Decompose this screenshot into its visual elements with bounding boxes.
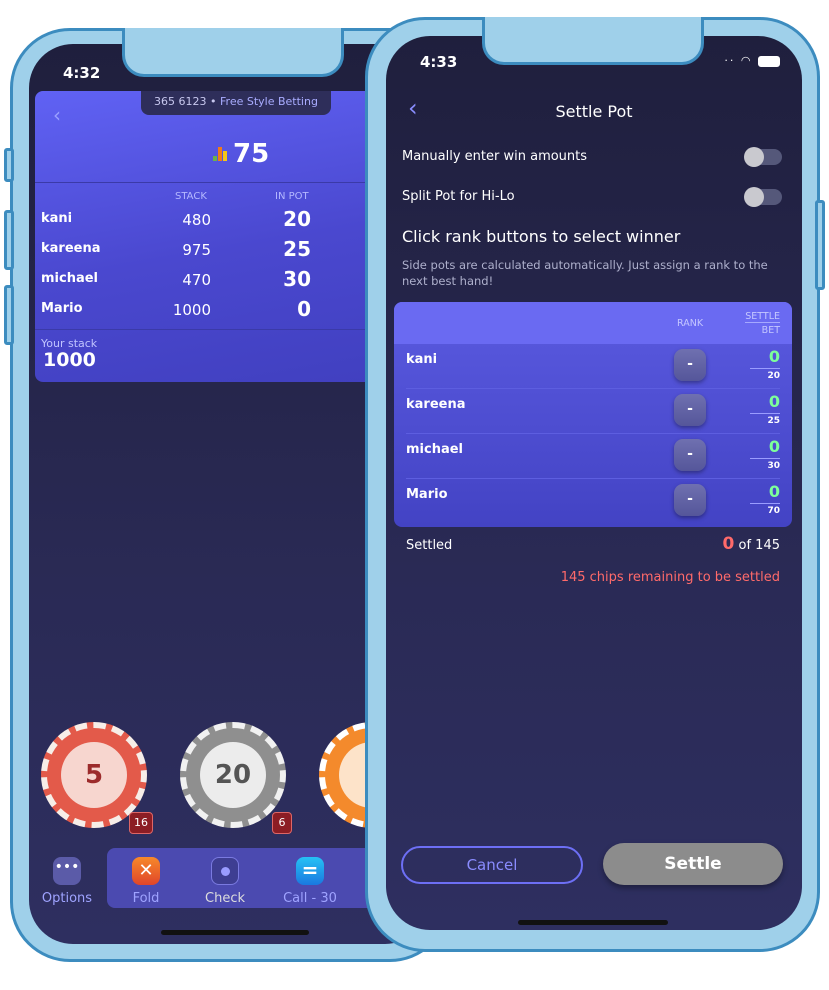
divider: [750, 503, 780, 504]
your-stack-value: 1000: [43, 349, 96, 371]
check-button[interactable]: Check: [190, 857, 260, 906]
in-pot-header: IN POT: [275, 191, 309, 202]
settled-summary: 0 of 145: [723, 534, 780, 554]
fold-button[interactable]: ✕ Fold: [111, 857, 181, 906]
status-icons: ·· ◠: [724, 54, 780, 67]
player-in-pot: 20: [283, 207, 311, 231]
bet-amount: 70: [767, 506, 780, 516]
stack-header: STACK: [175, 191, 207, 202]
player-name: kareena: [406, 397, 466, 412]
settled-label: Settled: [406, 538, 453, 553]
side-button: [815, 200, 825, 290]
divider: [750, 458, 780, 459]
player-row: michael 470 30: [41, 267, 371, 299]
chip-count-badge: 16: [129, 812, 153, 834]
player-row: Mario 1000 0: [41, 297, 371, 329]
chip-value: 20: [200, 742, 266, 808]
player-row: kani 480 20: [41, 207, 371, 239]
game-info-pill: 365 6123 • Free Style Betting: [141, 91, 331, 115]
close-icon: ✕: [132, 857, 160, 885]
settle-amount[interactable]: 0: [769, 437, 780, 456]
call-button[interactable]: = Call - 30: [275, 857, 345, 906]
player-in-pot: 25: [283, 237, 311, 261]
instruction-subtext: Side pots are calculated automatically. …: [402, 258, 768, 288]
rank-button[interactable]: -: [674, 439, 706, 471]
rank-button[interactable]: -: [674, 484, 706, 516]
equals-icon: =: [296, 857, 324, 885]
side-button: [4, 285, 14, 345]
player-stack: 1000: [172, 301, 211, 319]
call-label: Call - 30: [283, 891, 337, 906]
left-notch: [122, 28, 344, 77]
player-in-pot: 0: [297, 297, 311, 321]
settle-amount[interactable]: 0: [769, 392, 780, 411]
back-icon[interactable]: ‹: [53, 103, 61, 127]
pot-total: 75: [233, 139, 270, 169]
status-time: 4:32: [63, 64, 101, 82]
side-button: [4, 210, 14, 270]
bet-header: BET: [761, 325, 780, 336]
bet-amount: 20: [767, 371, 780, 381]
page-title: Settle Pot: [555, 102, 633, 121]
right-notch: [482, 17, 704, 65]
game-id: 365 6123: [154, 95, 207, 108]
rank-button[interactable]: -: [674, 349, 706, 381]
settled-amount: 0: [722, 534, 735, 554]
dot-icon: [211, 857, 239, 885]
settle-row: kani - 0 20: [406, 344, 780, 389]
chip-count-badge: 6: [272, 812, 292, 834]
status-time: 4:33: [420, 53, 458, 71]
split-toggle[interactable]: [744, 187, 782, 207]
options-button[interactable]: ••• Options: [32, 857, 102, 906]
home-indicator: [518, 920, 668, 925]
more-icon: •••: [53, 857, 81, 885]
side-button: [4, 148, 14, 182]
settle-button[interactable]: Settle: [603, 843, 783, 885]
player-name: Mario: [41, 301, 83, 316]
split-label: Split Pot for Hi-Lo: [402, 189, 515, 204]
rank-button[interactable]: -: [674, 394, 706, 426]
player-name: Mario: [406, 487, 448, 502]
player-in-pot: 30: [283, 267, 311, 291]
pot-chart-icon: [213, 147, 229, 161]
manual-toggle[interactable]: [744, 147, 782, 167]
player-name: kani: [406, 352, 438, 367]
settled-of: of 145: [738, 538, 780, 553]
home-indicator: [161, 930, 309, 935]
player-name: michael: [41, 271, 99, 286]
player-stack: 975: [182, 241, 211, 259]
divider: [750, 413, 780, 414]
settle-row: michael - 0 30: [406, 434, 780, 479]
settle-amount[interactable]: 0: [769, 347, 780, 366]
cancel-button[interactable]: Cancel: [401, 846, 583, 884]
divider: [35, 182, 375, 183]
options-label: Options: [41, 891, 93, 906]
check-label: Check: [205, 891, 245, 906]
player-row: kareena 975 25: [41, 237, 371, 269]
settle-row: kareena - 0 25: [406, 389, 780, 434]
settle-header: SETTLE: [745, 311, 780, 323]
manual-label: Manually enter win amounts: [402, 149, 588, 164]
player-name: kareena: [41, 241, 101, 256]
table-header: [394, 302, 792, 344]
remaining-message: 145 chips remaining to be settled: [560, 570, 780, 585]
player-name: michael: [406, 442, 464, 457]
chip-20[interactable]: 20: [180, 722, 286, 828]
chip-value: 5: [61, 742, 127, 808]
right-phone-screen: 4:33 ·· ◠ ‹ Settle Pot Manually enter wi…: [386, 36, 802, 930]
divider: [35, 329, 375, 330]
divider: [750, 368, 780, 369]
bet-amount: 25: [767, 416, 780, 426]
pot-card: ‹ 365 6123 • Free Style Betting 75 STACK…: [35, 91, 375, 382]
player-stack: 470: [182, 271, 211, 289]
instruction-heading: Click rank buttons to select winner: [402, 227, 681, 246]
fold-label: Fold: [132, 891, 160, 906]
settle-row: Mario - 0 70: [406, 479, 780, 524]
rank-header: RANK: [677, 318, 704, 329]
settle-amount[interactable]: 0: [769, 482, 780, 501]
player-stack: 480: [182, 211, 211, 229]
player-name: kani: [41, 211, 73, 226]
bet-amount: 30: [767, 461, 780, 471]
game-mode: Free Style Betting: [220, 95, 318, 108]
